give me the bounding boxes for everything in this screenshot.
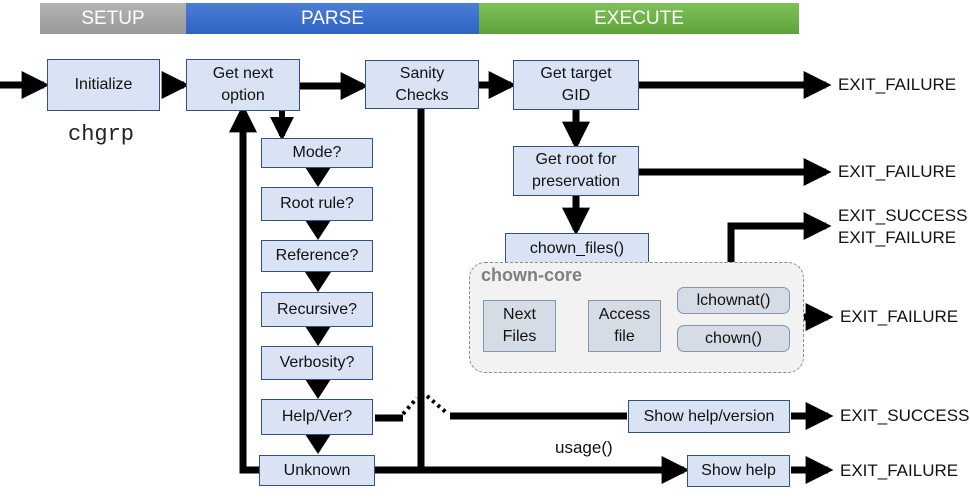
unknown-box: Unknown: [259, 455, 375, 486]
next-files-box: Next Files: [483, 300, 556, 352]
exit-gid-failure: EXIT_FAILURE: [838, 75, 957, 94]
program-name: chgrp: [68, 122, 135, 147]
exit-core-failure: EXIT_FAILURE: [840, 307, 959, 326]
get-root-box: Get root for preservation: [513, 146, 639, 196]
chevron-rootrule-reference: [305, 220, 331, 240]
sanity-checks-box: Sanity Checks: [365, 60, 479, 109]
exit-files-success: EXIT_SUCCESS: [838, 206, 968, 225]
exit-files-failure: EXIT_FAILURE: [838, 228, 957, 247]
exit-usage-failure: EXIT_FAILURE: [840, 461, 959, 480]
chevron-mode-rootrule: [305, 167, 331, 187]
reference-box: Reference?: [261, 240, 373, 272]
exit-root-failure: EXIT_FAILURE: [838, 162, 957, 181]
root-rule-box: Root rule?: [261, 187, 373, 221]
chevron-reference-recursive: [305, 272, 331, 292]
show-help-version-box: Show help/version: [628, 400, 790, 433]
dotted-jump: [401, 394, 450, 416]
chevron-verbosity-helpver: [305, 379, 331, 399]
verbosity-box: Verbosity?: [261, 346, 373, 380]
chown-files-box: chown_files(): [505, 233, 649, 264]
mode-box: Mode?: [261, 138, 373, 168]
usage-label: usage(): [555, 438, 613, 457]
arrow-core-exit-top: [727, 212, 832, 262]
initialize-box: Initialize: [47, 59, 160, 111]
chown-core-title: chown-core: [481, 265, 583, 285]
access-file-box: Access file: [588, 300, 661, 352]
recursive-box: Recursive?: [261, 292, 373, 327]
exit-help-success: EXIT_SUCCESS: [840, 406, 970, 425]
get-next-option-box: Get next option: [186, 59, 300, 111]
chevron-recursive-verbosity: [305, 326, 331, 346]
show-help-box: Show help: [687, 455, 790, 487]
lchownat-box: lchownat(): [677, 287, 790, 314]
get-target-gid-box: Get target GID: [513, 60, 639, 110]
chown-box: chown(): [677, 325, 790, 352]
chevron-helpver-unknown: [305, 434, 331, 454]
help-ver-box: Help/Ver?: [261, 399, 373, 435]
arrow-loop-back: [229, 104, 260, 474]
